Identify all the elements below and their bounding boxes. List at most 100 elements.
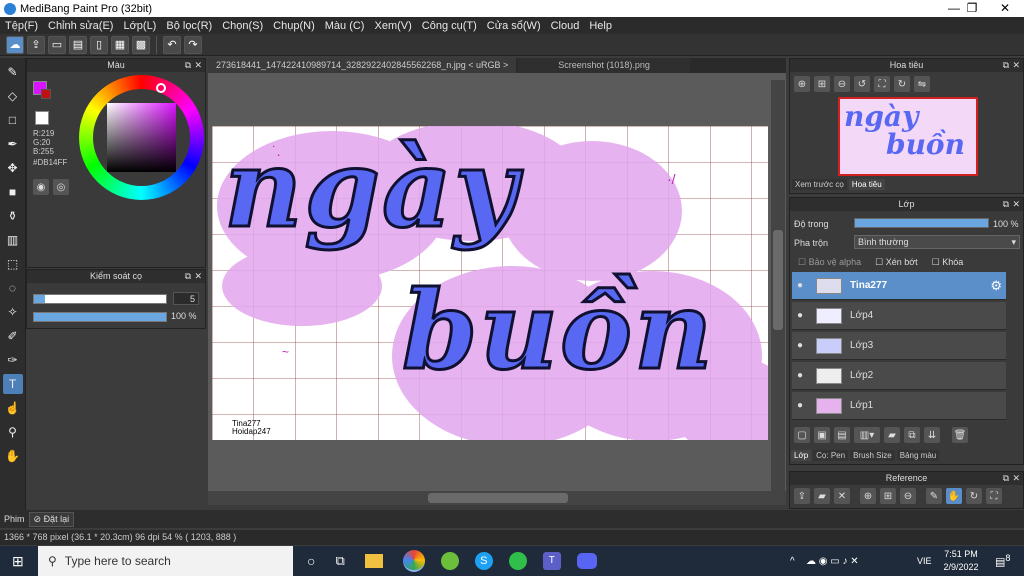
reset-button[interactable]: ⊘ Đặt lại [28, 511, 75, 527]
menu-color[interactable]: Màu (C) [320, 20, 370, 32]
menu-file[interactable]: Tệp(F) [0, 20, 43, 32]
layer-row[interactable]: ● Lớp1 [792, 392, 1006, 420]
windows-start-icon[interactable]: ⊞ [12, 553, 24, 570]
delete-layer-icon[interactable]: 🗑 [952, 427, 968, 443]
skype-icon[interactable]: S [474, 552, 493, 570]
eyedropper-icon[interactable]: ✎ [926, 488, 942, 504]
eyedropper-tool-icon[interactable]: ⚲ [3, 422, 23, 442]
vertical-scrollbar[interactable] [771, 80, 785, 492]
horizontal-scrollbar[interactable] [208, 491, 786, 505]
close-icon[interactable]: ✕ [1012, 198, 1020, 211]
redo-icon[interactable]: ↷ [184, 35, 202, 54]
menu-snap[interactable]: Chụp(N) [268, 20, 320, 32]
merge-layer-icon[interactable]: ⇊ [924, 427, 940, 443]
gear-icon[interactable]: ⚙ [990, 278, 1002, 294]
layer-type-menu-icon[interactable]: ▥▾ [854, 427, 880, 443]
open-folder-icon[interactable]: ▰ [814, 488, 830, 504]
menu-help[interactable]: Help [584, 20, 617, 32]
saturation-value-square[interactable] [107, 103, 176, 172]
menu-view[interactable]: Xem(V) [369, 20, 416, 32]
text-tool-icon[interactable]: T [2, 374, 23, 394]
tray-chevron-icon[interactable]: ^ [790, 556, 795, 567]
gallery-icon[interactable]: ▦ [111, 35, 129, 54]
layer-row[interactable]: ● Lớp2 [792, 362, 1006, 390]
move-tool-icon[interactable]: ✥ [3, 158, 23, 178]
tab-brush-preview[interactable]: Xem trước cọ [792, 179, 847, 190]
notification-icon[interactable]: ▤8 [995, 553, 1011, 569]
tray-icons[interactable]: ☁ ◉ ▭ ♪ ✕ [806, 556, 859, 567]
tab-screenshot[interactable]: Screenshot (1018).png [518, 58, 690, 73]
hand-icon[interactable]: ✋ [946, 488, 962, 504]
discord-icon[interactable] [576, 553, 597, 569]
chrome-icon[interactable] [402, 550, 425, 572]
layer-row[interactable]: ● Lớp4 [792, 302, 1006, 330]
palette-add-icon[interactable]: ◎ [53, 179, 69, 195]
menu-cloud[interactable]: Cloud [546, 20, 585, 32]
rotate-right-icon[interactable]: ↻ [894, 76, 910, 92]
app-icon-green-2[interactable] [508, 552, 527, 570]
maximize-button[interactable]: ❐ [955, 0, 989, 17]
secondary-color-swatch[interactable] [41, 89, 51, 99]
language-indicator[interactable]: VIE [917, 556, 932, 566]
detach-icon[interactable]: ⧉ [1003, 59, 1009, 72]
close-icon[interactable]: ✕ [194, 270, 202, 283]
rotate-icon[interactable]: ↻ [966, 488, 982, 504]
cortana-icon[interactable]: ○ [307, 553, 315, 569]
eraser-tool-icon[interactable]: ◇ [3, 86, 23, 106]
menu-select[interactable]: Chọn(S) [217, 20, 268, 32]
fit-window-icon[interactable]: ⛶ [874, 76, 890, 92]
blend-mode-select[interactable]: Bình thường ▾ [854, 235, 1020, 249]
brush-tool-icon[interactable]: ✎ [3, 62, 23, 82]
zoom-out-icon[interactable]: ⊖ [834, 76, 850, 92]
zoom-out-icon[interactable]: ⊖ [900, 488, 916, 504]
new-layer-icon[interactable]: ▢ [794, 427, 810, 443]
brush-opacity-slider[interactable] [33, 312, 167, 322]
menu-tools[interactable]: Công cụ(T) [417, 20, 482, 32]
tab-navigator[interactable]: Hoa tiêu [848, 179, 885, 190]
app-icon-green[interactable] [440, 552, 459, 570]
visibility-icon[interactable]: ● [792, 370, 808, 381]
new-8bit-layer-icon[interactable]: ▤ [834, 427, 850, 443]
artwork-canvas[interactable]: ˙. ·/ ~ ~ ngày buồn Tina277 Hoidap247 [212, 126, 768, 440]
pen-tool-icon[interactable]: ✒ [3, 134, 23, 154]
menu-window[interactable]: Cửa sổ(W) [482, 20, 546, 32]
cloud-icon[interactable]: ☁ [6, 35, 24, 54]
zoom-fit-icon[interactable]: ⊞ [814, 76, 830, 92]
tab-layer[interactable]: Lớp [791, 450, 812, 461]
comment-icon[interactable]: ▭ [48, 35, 66, 54]
zoom-in-icon[interactable]: ⊕ [794, 76, 810, 92]
remove-icon[interactable]: ✕ [834, 488, 850, 504]
taskbar-search[interactable]: ⚲ Type here to search [38, 546, 293, 576]
tab-document[interactable]: 273618441_147422410989714_32829224028455… [208, 58, 517, 73]
select-pen-tool-icon[interactable]: ✐ [3, 326, 23, 346]
visibility-icon[interactable]: ● [792, 280, 808, 291]
duplicate-layer-icon[interactable]: ⧉ [904, 427, 920, 443]
task-view-icon[interactable]: ⧉ [335, 553, 344, 569]
protect-alpha-checkbox[interactable]: ☐ Bảo vệ alpha [798, 257, 861, 268]
navigator-preview[interactable]: ngày buồn [838, 97, 978, 176]
fill-shape-tool-icon[interactable]: ■ [3, 182, 23, 202]
visibility-icon[interactable]: ● [792, 340, 808, 351]
visibility-icon[interactable]: ● [792, 310, 808, 321]
tab-brush-size[interactable]: Brush Size [850, 450, 895, 461]
detach-icon[interactable]: ⧉ [185, 270, 191, 283]
layer-row[interactable]: ● Tina277 ⚙ [792, 272, 1006, 300]
undo-icon[interactable]: ↶ [163, 35, 181, 54]
lasso-tool-icon[interactable]: ◌ [3, 278, 23, 298]
close-icon[interactable]: ✕ [1012, 59, 1020, 72]
message-icon[interactable]: ▤ [69, 35, 87, 54]
phim-label[interactable]: Phim [0, 514, 29, 524]
tab-palette[interactable]: Bảng màu [896, 450, 940, 461]
lock-checkbox[interactable]: ☐ Khóa [932, 257, 964, 268]
zoom-fit-icon[interactable]: ⊞ [880, 488, 896, 504]
menu-edit[interactable]: Chỉnh sửa(E) [43, 20, 118, 32]
share-icon[interactable]: ⇪ [27, 35, 45, 54]
select-tool-icon[interactable]: ⬚ [3, 254, 23, 274]
palette-icon[interactable]: ◉ [33, 179, 49, 195]
brush-size-slider[interactable] [33, 294, 167, 304]
new-halftone-layer-icon[interactable]: ▣ [814, 427, 830, 443]
close-icon[interactable]: ✕ [194, 59, 202, 72]
hand-tool-icon[interactable]: ✋ [3, 446, 23, 466]
operation-tool-icon[interactable]: ☝ [3, 398, 23, 418]
color-wheel[interactable] [79, 75, 204, 200]
